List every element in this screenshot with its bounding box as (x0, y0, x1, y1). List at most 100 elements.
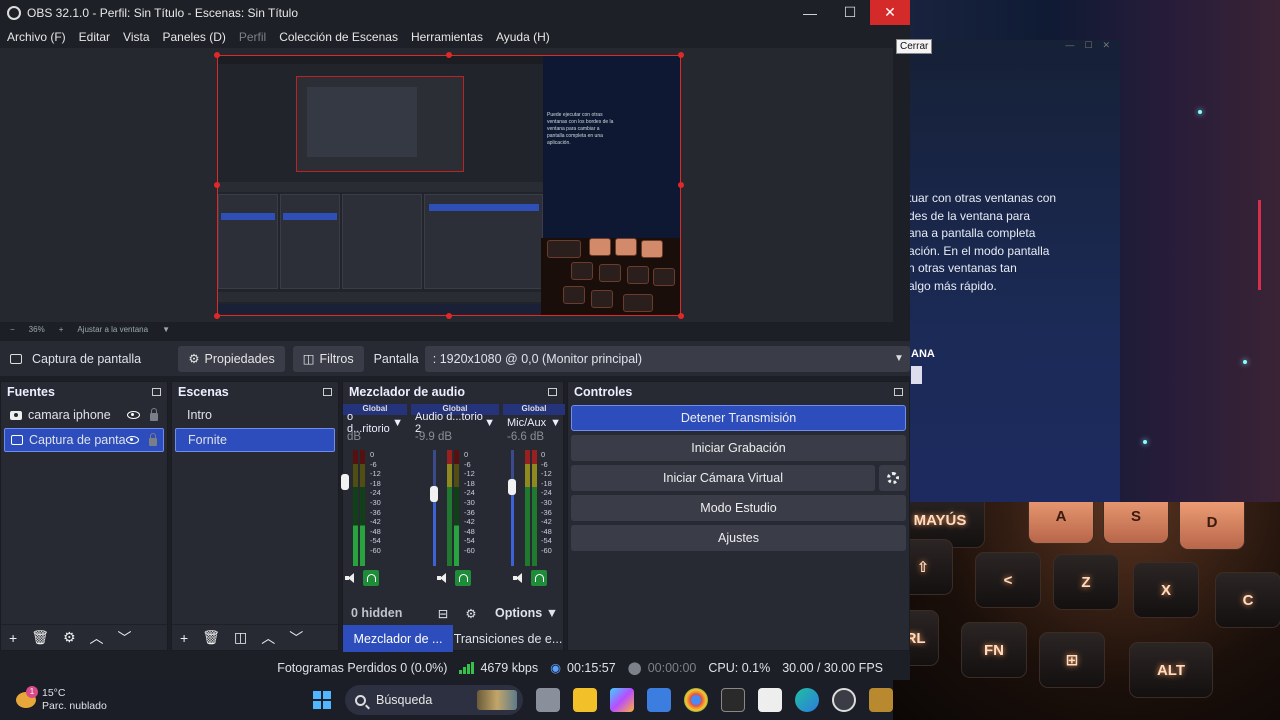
menu-vista[interactable]: Vista (123, 30, 149, 44)
speaker-icon[interactable] (345, 573, 357, 583)
settings-button[interactable]: Ajustes (571, 525, 906, 551)
speaker-icon[interactable] (513, 573, 525, 583)
zoom-dropdown-icon[interactable]: ▼ (162, 325, 170, 334)
game-app-icon[interactable] (869, 688, 893, 712)
add-source-icon[interactable]: + (9, 630, 17, 646)
volume-fader[interactable] (341, 474, 349, 490)
background-close-icon[interactable]: ✕ (1102, 40, 1110, 52)
preview-canvas[interactable]: Puede ejecutar con otras ventanas con lo… (217, 55, 681, 316)
lock-icon[interactable] (150, 408, 158, 421)
tab-transitions[interactable]: Transiciones de e... (453, 625, 563, 652)
scene-item-fornite[interactable]: Fornite (175, 428, 335, 452)
visibility-eye-icon[interactable] (127, 411, 140, 419)
move-down-icon[interactable]: ﹀ (118, 628, 132, 648)
scenes-title: Escenas (178, 385, 229, 399)
advanced-settings-icon[interactable]: ⚙ (457, 606, 485, 621)
undock-icon[interactable] (323, 388, 332, 396)
minimize-button[interactable]: — (790, 0, 830, 25)
lock-icon[interactable] (149, 433, 157, 446)
gear-icon (886, 472, 899, 484)
channel-name[interactable]: Mic/Aux ▼ (503, 415, 565, 431)
menu-herramientas[interactable]: Herramientas (411, 30, 483, 44)
remove-source-icon[interactable]: 🗑 (31, 629, 49, 646)
chrome-icon[interactable] (684, 688, 708, 712)
copilot-icon[interactable] (610, 688, 634, 712)
background-maximize-icon[interactable]: ☐ (1084, 40, 1092, 52)
undock-icon[interactable] (152, 388, 161, 396)
studio-mode-button[interactable]: Modo Estudio (571, 495, 906, 521)
weather-cloud-icon: 1 (16, 686, 38, 708)
resize-handle[interactable] (446, 313, 452, 319)
taskbar-search[interactable]: Búsqueda (345, 685, 523, 715)
scene-item-intro[interactable]: Intro (175, 403, 335, 427)
file-explorer-icon[interactable] (573, 688, 597, 712)
remove-scene-icon[interactable]: 🗑 (202, 629, 220, 646)
volume-fader[interactable] (430, 486, 438, 503)
channel-name[interactable]: o d...ritorio ▼ (343, 411, 407, 435)
move-up-icon[interactable]: ︿ (261, 628, 275, 648)
zoom-in-button[interactable]: + (59, 325, 64, 334)
options-button[interactable]: Options ▼ (495, 606, 558, 620)
start-virtual-camera-button[interactable]: Iniciar Cámara Virtual (571, 465, 875, 491)
tab-mixer[interactable]: Mezclador de ... (343, 625, 453, 652)
weather-widget[interactable]: 1 15°C Parc. nublado (16, 686, 276, 713)
speaker-icon[interactable] (437, 573, 449, 583)
recording-icon: ⬤ (627, 661, 642, 675)
weather-condition: Parc. nublado (42, 700, 107, 712)
menu-perfil[interactable]: Perfil (239, 30, 266, 44)
add-scene-icon[interactable]: + (180, 630, 188, 646)
resize-handle[interactable] (446, 52, 452, 58)
start-recording-button[interactable]: Iniciar Grabación (571, 435, 906, 461)
properties-button[interactable]: ⚙ Propiedades (178, 345, 285, 372)
task-view-icon[interactable] (536, 688, 560, 712)
capcut-icon[interactable] (758, 688, 782, 712)
edge-icon[interactable] (795, 688, 819, 712)
menu-coleccion-escenas[interactable]: Colección de Escenas (279, 30, 398, 44)
obs-taskbar-icon[interactable] (832, 688, 856, 712)
undock-icon[interactable] (894, 388, 903, 396)
source-item-captura-pantalla[interactable]: Captura de pantalla (4, 428, 164, 452)
stop-streaming-button[interactable]: Detener Transmisión (571, 405, 906, 431)
scene-filters-icon[interactable]: ◫ (234, 629, 247, 646)
maximize-button[interactable]: ☐ (830, 0, 870, 25)
meter-scale-tick: -12 (541, 469, 552, 479)
resize-handle[interactable] (678, 52, 684, 58)
source-item-camara-iphone[interactable]: camara iphone (4, 403, 164, 427)
headphone-icon[interactable] (455, 570, 471, 586)
audio-meter (447, 450, 452, 566)
move-up-icon[interactable]: ︿ (90, 628, 104, 648)
epic-games-icon[interactable] (721, 688, 745, 712)
visibility-eye-icon[interactable] (126, 436, 139, 444)
display-select[interactable]: : 1920x1080 @ 0,0 (Monitor principal) ▼ (424, 345, 910, 372)
undock-icon[interactable] (548, 388, 557, 396)
source-settings-icon[interactable]: ⚙ (63, 629, 76, 646)
headphone-icon[interactable] (531, 570, 547, 586)
layout-toggle-icon[interactable]: ⊟ (429, 606, 457, 621)
filter-icon: ◫ (302, 352, 315, 366)
menu-ayuda[interactable]: Ayuda (H) (496, 30, 550, 44)
resize-handle[interactable] (678, 313, 684, 319)
virtual-camera-settings-button[interactable] (879, 465, 906, 491)
menu-editar[interactable]: Editar (79, 30, 110, 44)
menu-paneles[interactable]: Paneles (D) (163, 30, 226, 44)
channel-name[interactable]: Audio d...torio 2 ▼ (411, 411, 499, 435)
resize-handle[interactable] (214, 313, 220, 319)
background-minimize-icon[interactable]: — (1065, 40, 1074, 52)
zoom-out-button[interactable]: − (10, 325, 15, 334)
close-button[interactable]: ✕ (870, 0, 910, 25)
headphone-icon[interactable] (363, 570, 379, 586)
move-down-icon[interactable]: ﹀ (289, 628, 303, 648)
microsoft-store-icon[interactable] (647, 688, 671, 712)
menu-archivo[interactable]: Archivo (F) (7, 30, 66, 44)
background-window[interactable]: — ☐ ✕ tuar con otras ventanas con des de… (893, 40, 1120, 502)
resize-handle[interactable] (678, 182, 684, 188)
audio-meter (525, 450, 530, 566)
key-z: Z (1053, 554, 1119, 610)
filters-button[interactable]: ◫ Filtros (292, 345, 364, 372)
resize-handle[interactable] (214, 182, 220, 188)
key-s: S (1103, 502, 1169, 544)
fit-to-window-button[interactable]: Ajustar a la ventana (77, 325, 148, 334)
volume-fader[interactable] (508, 479, 516, 496)
resize-handle[interactable] (214, 52, 220, 58)
windows-start-icon[interactable] (313, 691, 331, 709)
